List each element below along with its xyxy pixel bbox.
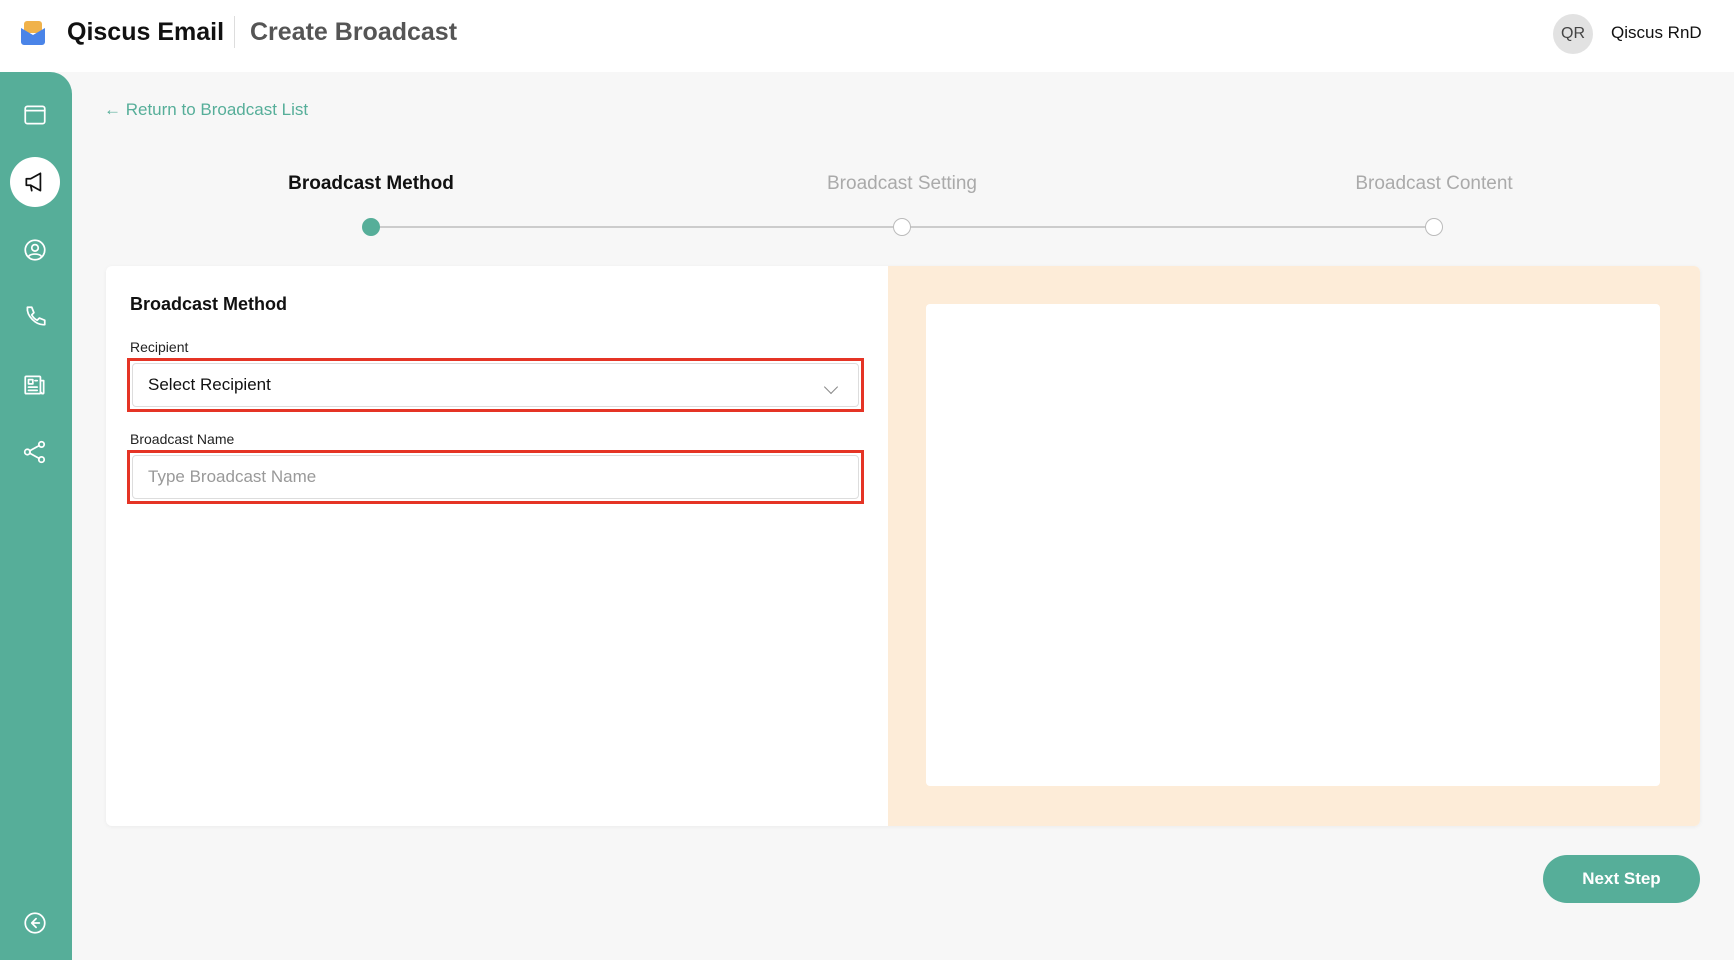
step-broadcast-content: Broadcast Content <box>1355 173 1513 194</box>
sidebar-item-broadcast[interactable] <box>10 157 60 207</box>
step-broadcast-setting: Broadcast Setting <box>827 173 977 194</box>
return-to-broadcast-list-link[interactable]: ← Return to Broadcast List <box>104 100 308 120</box>
recipient-label: Recipient <box>130 339 189 355</box>
sidebar-item-calls[interactable] <box>10 292 60 342</box>
preview-panel <box>888 266 1700 826</box>
recipient-highlight: Select Recipient <box>127 358 864 412</box>
sidebar <box>0 72 72 960</box>
step-dot-1 <box>362 218 380 236</box>
app-title: Qiscus Email <box>67 18 225 46</box>
page-title: Create Broadcast <box>250 18 458 46</box>
step-broadcast-method: Broadcast Method <box>288 173 454 194</box>
megaphone-icon <box>25 172 42 192</box>
email-logo-icon <box>21 21 45 45</box>
newspaper-icon <box>24 375 45 395</box>
window-icon <box>24 105 46 125</box>
avatar[interactable]: QR <box>1553 14 1593 54</box>
sidebar-item-integrations[interactable] <box>10 427 60 477</box>
user-circle-icon <box>24 239 46 261</box>
broadcast-method-card: Broadcast Method Recipient Select Recipi… <box>106 266 1700 826</box>
broadcast-name-highlight <box>127 450 864 504</box>
user-name[interactable]: Qiscus RnD <box>1611 23 1702 43</box>
next-step-button[interactable]: Next Step <box>1543 855 1700 903</box>
step-dot-2 <box>893 218 911 236</box>
recipient-select[interactable]: Select Recipient <box>132 363 859 407</box>
collapse-icon <box>24 912 46 934</box>
recipient-value: Select Recipient <box>148 375 271 394</box>
broadcast-name-input[interactable] <box>132 455 859 499</box>
sidebar-collapse-button[interactable] <box>10 898 60 948</box>
sidebar-item-reports[interactable] <box>10 360 60 410</box>
broadcast-name-label: Broadcast Name <box>130 431 235 447</box>
sidebar-item-contacts[interactable] <box>10 225 60 275</box>
share-icon <box>23 440 46 464</box>
top-header: Qiscus Email Create Broadcast QR Qiscus … <box>0 0 1734 72</box>
phone-icon <box>26 306 46 326</box>
chevron-down-icon <box>823 379 839 395</box>
step-dot-3 <box>1425 218 1443 236</box>
sidebar-item-dashboard[interactable] <box>10 90 60 140</box>
section-title: Broadcast Method <box>130 294 288 314</box>
preview-area <box>926 304 1660 786</box>
divider <box>234 16 235 48</box>
